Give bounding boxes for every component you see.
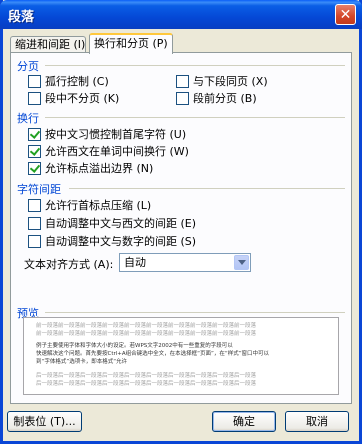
preview-box: 前一段落前一段落前一段落前一段落前一段落前一段落前一段落前一段落前一段落前一段落… — [23, 317, 339, 395]
preview-next-paragraph: 后一段落后一段落后一段落后一段落后一段落后一段落后一段落后一段落后一段落后一段落 — [36, 373, 257, 379]
paragraph-dialog: 段落 ✕ 缩进和间距 (I) 换行和分页 (P) 分页 孤行控制 (C) 与下段… — [0, 0, 362, 444]
text-alignment-value: 自动 — [124, 256, 146, 269]
section-divider — [45, 117, 345, 118]
ok-button[interactable]: 确定 — [212, 411, 276, 432]
tab-panel: 分页 孤行控制 (C) 与下段同页 (X) 段中不分页 (K) 段前分页 (B)… — [10, 52, 352, 404]
section-divider — [69, 188, 345, 189]
checkbox-box[interactable] — [176, 91, 189, 105]
checkbox-label: 孤行控制 (C) — [45, 75, 109, 88]
checkbox-widow-control[interactable]: 孤行控制 (C) — [28, 73, 109, 89]
text-alignment-select[interactable]: 自动 — [119, 253, 251, 272]
checkbox-box[interactable] — [28, 216, 41, 230]
checkbox-compress-punctuation[interactable]: 允许行首标点压缩 (L) — [28, 197, 151, 213]
preview-sample-line: 例子主要使用字体和字体大小的设定。若WPS文字2002中有一些重复的字段可以 — [36, 343, 233, 349]
title-bar[interactable]: 段落 ✕ — [0, 0, 362, 29]
preview-sample-line: 快速解决这个问题。首先要按Ctrl+A组合键选中全文，在本选择框“页面”，在“样… — [36, 351, 270, 357]
checkbox-page-break-before[interactable]: 段前分页 (B) — [176, 90, 257, 106]
dialog-title: 段落 — [8, 10, 35, 25]
section-title-line-break: 换行 — [17, 112, 39, 125]
close-button[interactable]: ✕ — [335, 4, 356, 25]
checkbox-box[interactable] — [28, 74, 41, 88]
checkbox-chinese-line-break[interactable]: 按中文习惯控制首尾字符 (U) — [28, 126, 186, 142]
section-divider — [45, 65, 345, 66]
checkbox-box[interactable] — [28, 91, 41, 105]
checkbox-keep-with-next[interactable]: 与下段同页 (X) — [176, 73, 268, 89]
checkbox-box[interactable] — [176, 74, 189, 88]
tabs-button[interactable]: 制表位 (T)... — [7, 411, 82, 432]
checkbox-allow-word-wrap[interactable]: 允许西文在单词中间换行 (W) — [28, 143, 189, 159]
checkbox-label: 与下段同页 (X) — [193, 75, 268, 88]
checkbox-label: 允许标点溢出边界 (N) — [45, 162, 154, 175]
section-title-char-spacing: 字符间距 — [17, 183, 61, 196]
section-divider — [45, 312, 345, 313]
checkbox-label: 段中不分页 (K) — [45, 92, 120, 105]
checkbox-box[interactable] — [28, 144, 41, 158]
checkbox-box[interactable] — [28, 234, 41, 248]
checkbox-box[interactable] — [28, 127, 41, 141]
checkbox-hanging-punctuation[interactable]: 允许标点溢出边界 (N) — [28, 160, 153, 176]
preview-previous-paragraph: 前一段落前一段落前一段落前一段落前一段落前一段落前一段落前一段落前一段落前一段落 — [36, 331, 257, 337]
tab-indent-spacing[interactable]: 缩进和间距 (I) — [10, 36, 86, 53]
chevron-down-icon[interactable] — [234, 255, 249, 270]
text-alignment-label: 文本对齐方式 (A): — [24, 258, 114, 271]
preview-previous-paragraph: 前一段落前一段落前一段落前一段落前一段落前一段落前一段落前一段落前一段落前一段落 — [36, 323, 257, 329]
close-icon: ✕ — [339, 6, 352, 23]
checkbox-label: 允许西文在单词中间换行 (W) — [45, 145, 189, 158]
checkbox-auto-space-numbers[interactable]: 自动调整中文与数字的间距 (S) — [28, 233, 196, 249]
preview-sample-line: 到“字体格式”选项卡，即本格式“允许 — [36, 359, 128, 365]
tab-line-page-breaks[interactable]: 换行和分页 (P) — [89, 33, 173, 54]
checkbox-box[interactable] — [28, 198, 41, 212]
checkbox-keep-lines-together[interactable]: 段中不分页 (K) — [28, 90, 119, 106]
checkbox-box[interactable] — [28, 161, 41, 175]
checkbox-label: 允许行首标点压缩 (L) — [45, 199, 152, 212]
cancel-button[interactable]: 取消 — [285, 411, 349, 432]
checkbox-label: 段前分页 (B) — [193, 92, 257, 105]
preview-next-paragraph: 后一段落后一段落后一段落后一段落后一段落后一段落后一段落后一段落后一段落后一段落 — [36, 381, 257, 387]
checkbox-label: 自动调整中文与数字的间距 (S) — [45, 235, 197, 248]
section-title-pagination: 分页 — [17, 60, 39, 73]
checkbox-label: 自动调整中文与西文的间距 (E) — [45, 217, 197, 230]
checkbox-auto-space-western[interactable]: 自动调整中文与西文的间距 (E) — [28, 215, 196, 231]
checkbox-label: 按中文习惯控制首尾字符 (U) — [45, 128, 187, 141]
